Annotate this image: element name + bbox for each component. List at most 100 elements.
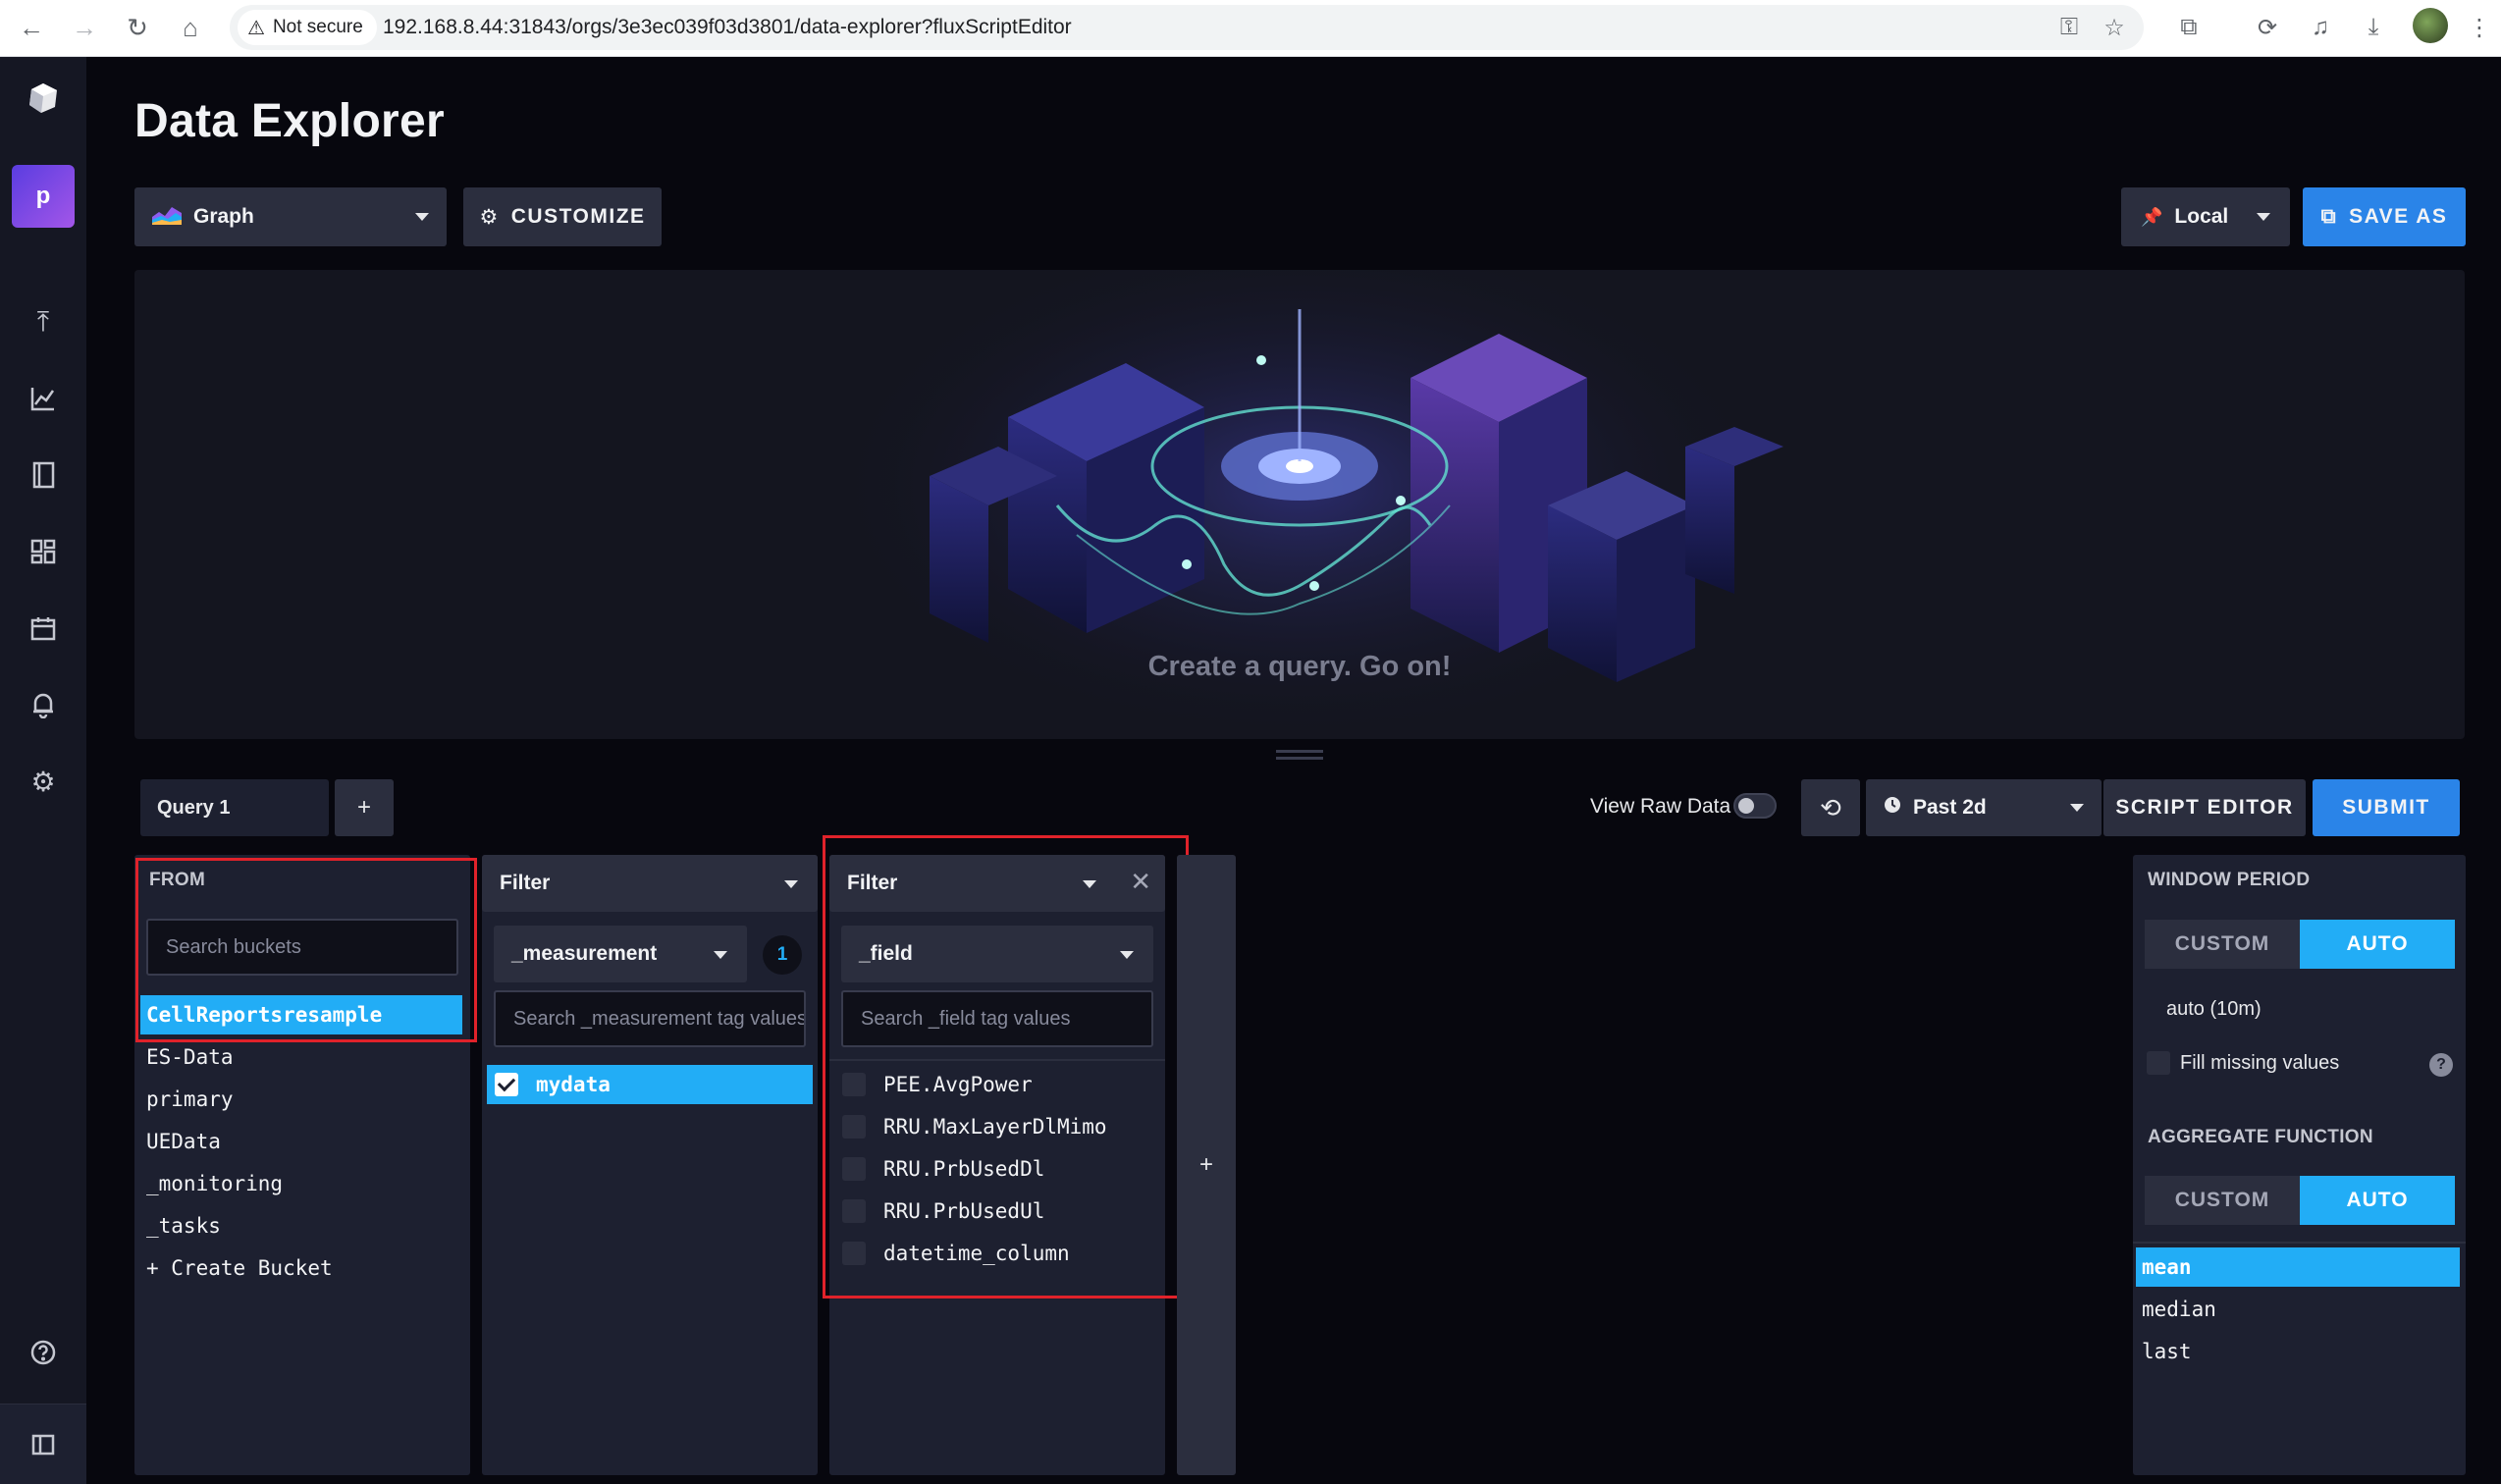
add-filter-button[interactable]: +: [1177, 855, 1236, 1475]
bucket-item[interactable]: ES-Data: [140, 1037, 462, 1077]
tasks-calendar-icon[interactable]: [22, 607, 65, 650]
field-value-label: RRU.MaxLayerDlMimo: [883, 1115, 1107, 1139]
aggregate-function-item[interactable]: median: [2136, 1290, 2460, 1329]
checkbox-icon[interactable]: [842, 1199, 866, 1223]
back-icon[interactable]: ←: [10, 6, 53, 49]
timezone-label: Local: [2174, 205, 2229, 228]
page-title: Data Explorer: [134, 95, 446, 147]
field-value-label: datetime_column: [883, 1242, 1070, 1265]
chevron-down-icon: [1120, 951, 1134, 959]
checkbox-icon[interactable]: [2147, 1051, 2170, 1075]
from-panel: FROM Search buckets CellReportsresample …: [134, 855, 470, 1475]
checkbox-icon[interactable]: [842, 1157, 866, 1181]
chevron-down-icon: [2257, 213, 2270, 221]
aggregate-function-item[interactable]: mean: [2136, 1247, 2460, 1287]
create-bucket-link[interactable]: + Create Bucket: [140, 1248, 462, 1288]
vis-type-dropdown[interactable]: Graph: [134, 187, 447, 246]
warning-icon: ⚠: [247, 17, 265, 39]
bucket-item[interactable]: _tasks: [140, 1206, 462, 1246]
timezone-dropdown[interactable]: 📌 Local: [2121, 187, 2290, 246]
alerts-bell-icon[interactable]: [22, 683, 65, 726]
time-range-label: Past 2d: [1913, 796, 1987, 819]
field-value-item[interactable]: RRU.PrbUsedDl: [834, 1149, 1160, 1189]
time-range-dropdown[interactable]: Past 2d: [1866, 779, 2102, 836]
checkbox-icon[interactable]: [842, 1115, 866, 1139]
chevron-down-icon: [784, 880, 798, 888]
extensions-icon[interactable]: ⧉: [2169, 8, 2208, 47]
influx-logo-icon[interactable]: [22, 77, 65, 120]
org-avatar[interactable]: p: [12, 165, 75, 228]
forward-icon[interactable]: →: [63, 6, 106, 49]
download-icon[interactable]: ⤓: [2354, 8, 2393, 47]
aggregate-custom-button[interactable]: CUSTOM: [2145, 1176, 2300, 1225]
save-as-button[interactable]: ⧉ SAVE AS: [2303, 187, 2466, 246]
bucket-item[interactable]: UEData: [140, 1122, 462, 1161]
filter-function-dropdown[interactable]: Filter ✕: [829, 855, 1165, 912]
measurement-search-input[interactable]: Search _measurement tag values: [494, 990, 806, 1047]
gear-icon: ⚙: [479, 205, 500, 229]
star-icon[interactable]: ☆: [2095, 8, 2134, 47]
field-value-item[interactable]: RRU.MaxLayerDlMimo: [834, 1107, 1160, 1146]
address-bar[interactable]: ⚠ Not secure 192.168.8.44:31843/orgs/3e3…: [230, 5, 2144, 50]
customize-button[interactable]: ⚙ CUSTOMIZE: [463, 187, 662, 246]
window-period-value: auto (10m): [2166, 998, 2262, 1020]
bucket-search-input[interactable]: Search buckets: [146, 919, 458, 976]
bucket-item[interactable]: primary: [140, 1080, 462, 1119]
security-chip[interactable]: ⚠ Not secure: [238, 10, 377, 45]
resize-handle[interactable]: [1276, 750, 1323, 760]
sync-icon[interactable]: ⟳: [2248, 8, 2287, 47]
close-icon[interactable]: ✕: [1130, 867, 1151, 897]
url-text[interactable]: 192.168.8.44:31843/orgs/3e3ec039f03d3801…: [383, 5, 1072, 50]
help-question-icon[interactable]: ?: [2429, 1053, 2453, 1077]
data-explorer-icon[interactable]: [22, 377, 65, 420]
window-custom-button[interactable]: CUSTOM: [2145, 920, 2300, 969]
field-search-input[interactable]: Search _field tag values: [841, 990, 1153, 1047]
bucket-item[interactable]: CellReportsresample: [140, 995, 462, 1034]
notebook-icon[interactable]: [22, 453, 65, 497]
menu-icon[interactable]: ⋮: [2460, 8, 2499, 47]
bucket-search-placeholder: Search buckets: [166, 935, 301, 958]
add-query-button[interactable]: +: [335, 779, 394, 836]
aggregate-auto-button[interactable]: AUTO: [2300, 1176, 2455, 1225]
checkbox-icon[interactable]: [842, 1073, 866, 1096]
visualization-area: Create a query. Go on!: [134, 270, 2465, 739]
checkbox-checked-icon[interactable]: [495, 1073, 518, 1096]
field-value-label: PEE.AvgPower: [883, 1073, 1033, 1096]
aggregate-function-label: AGGREGATE FUNCTION: [2148, 1127, 2373, 1147]
field-value-item[interactable]: RRU.PrbUsedUl: [834, 1192, 1160, 1231]
home-icon[interactable]: ⌂: [169, 6, 212, 49]
profile-avatar[interactable]: [2413, 8, 2448, 43]
field-key-label: _field: [859, 942, 913, 965]
security-label: Not secure: [272, 17, 363, 37]
filter-function-label: Filter: [847, 872, 898, 894]
aggregate-function-item[interactable]: last: [2136, 1332, 2460, 1371]
view-raw-data-toggle[interactable]: [1733, 793, 1777, 819]
submit-button[interactable]: SUBMIT: [2313, 779, 2460, 836]
measurement-value-item[interactable]: mydata: [487, 1065, 813, 1104]
toggle-knob: [1738, 798, 1754, 814]
window-auto-button[interactable]: AUTO: [2300, 920, 2455, 969]
save-as-label: SAVE AS: [2349, 205, 2448, 228]
bucket-item[interactable]: _monitoring: [140, 1164, 462, 1203]
field-value-item[interactable]: datetime_column: [834, 1234, 1160, 1273]
fill-missing-row[interactable]: Fill missing values: [2147, 1051, 2339, 1075]
chevron-down-icon: [415, 213, 429, 221]
media-icon[interactable]: ♫: [2301, 8, 2340, 47]
selected-count-badge: 1: [763, 935, 802, 975]
key-icon[interactable]: ⚿: [2049, 8, 2089, 47]
field-value-item[interactable]: PEE.AvgPower: [834, 1065, 1160, 1104]
query-tab[interactable]: Query 1: [140, 779, 329, 836]
collapse-sidebar-icon[interactable]: [22, 1423, 65, 1466]
upload-icon[interactable]: ⤒: [22, 300, 65, 344]
settings-gear-icon[interactable]: ⚙: [22, 760, 65, 803]
checkbox-icon[interactable]: [842, 1242, 866, 1265]
refresh-icon[interactable]: ⟲: [1801, 779, 1860, 836]
field-key-dropdown[interactable]: _field: [841, 926, 1153, 982]
field-value-label: RRU.PrbUsedUl: [883, 1199, 1045, 1223]
script-editor-button[interactable]: SCRIPT EDITOR: [2103, 779, 2306, 836]
reload-icon[interactable]: ↻: [116, 6, 159, 49]
help-icon[interactable]: [22, 1331, 65, 1374]
dashboards-icon[interactable]: [22, 530, 65, 573]
measurement-key-dropdown[interactable]: _measurement: [494, 926, 747, 982]
filter-function-dropdown[interactable]: Filter: [482, 855, 818, 912]
